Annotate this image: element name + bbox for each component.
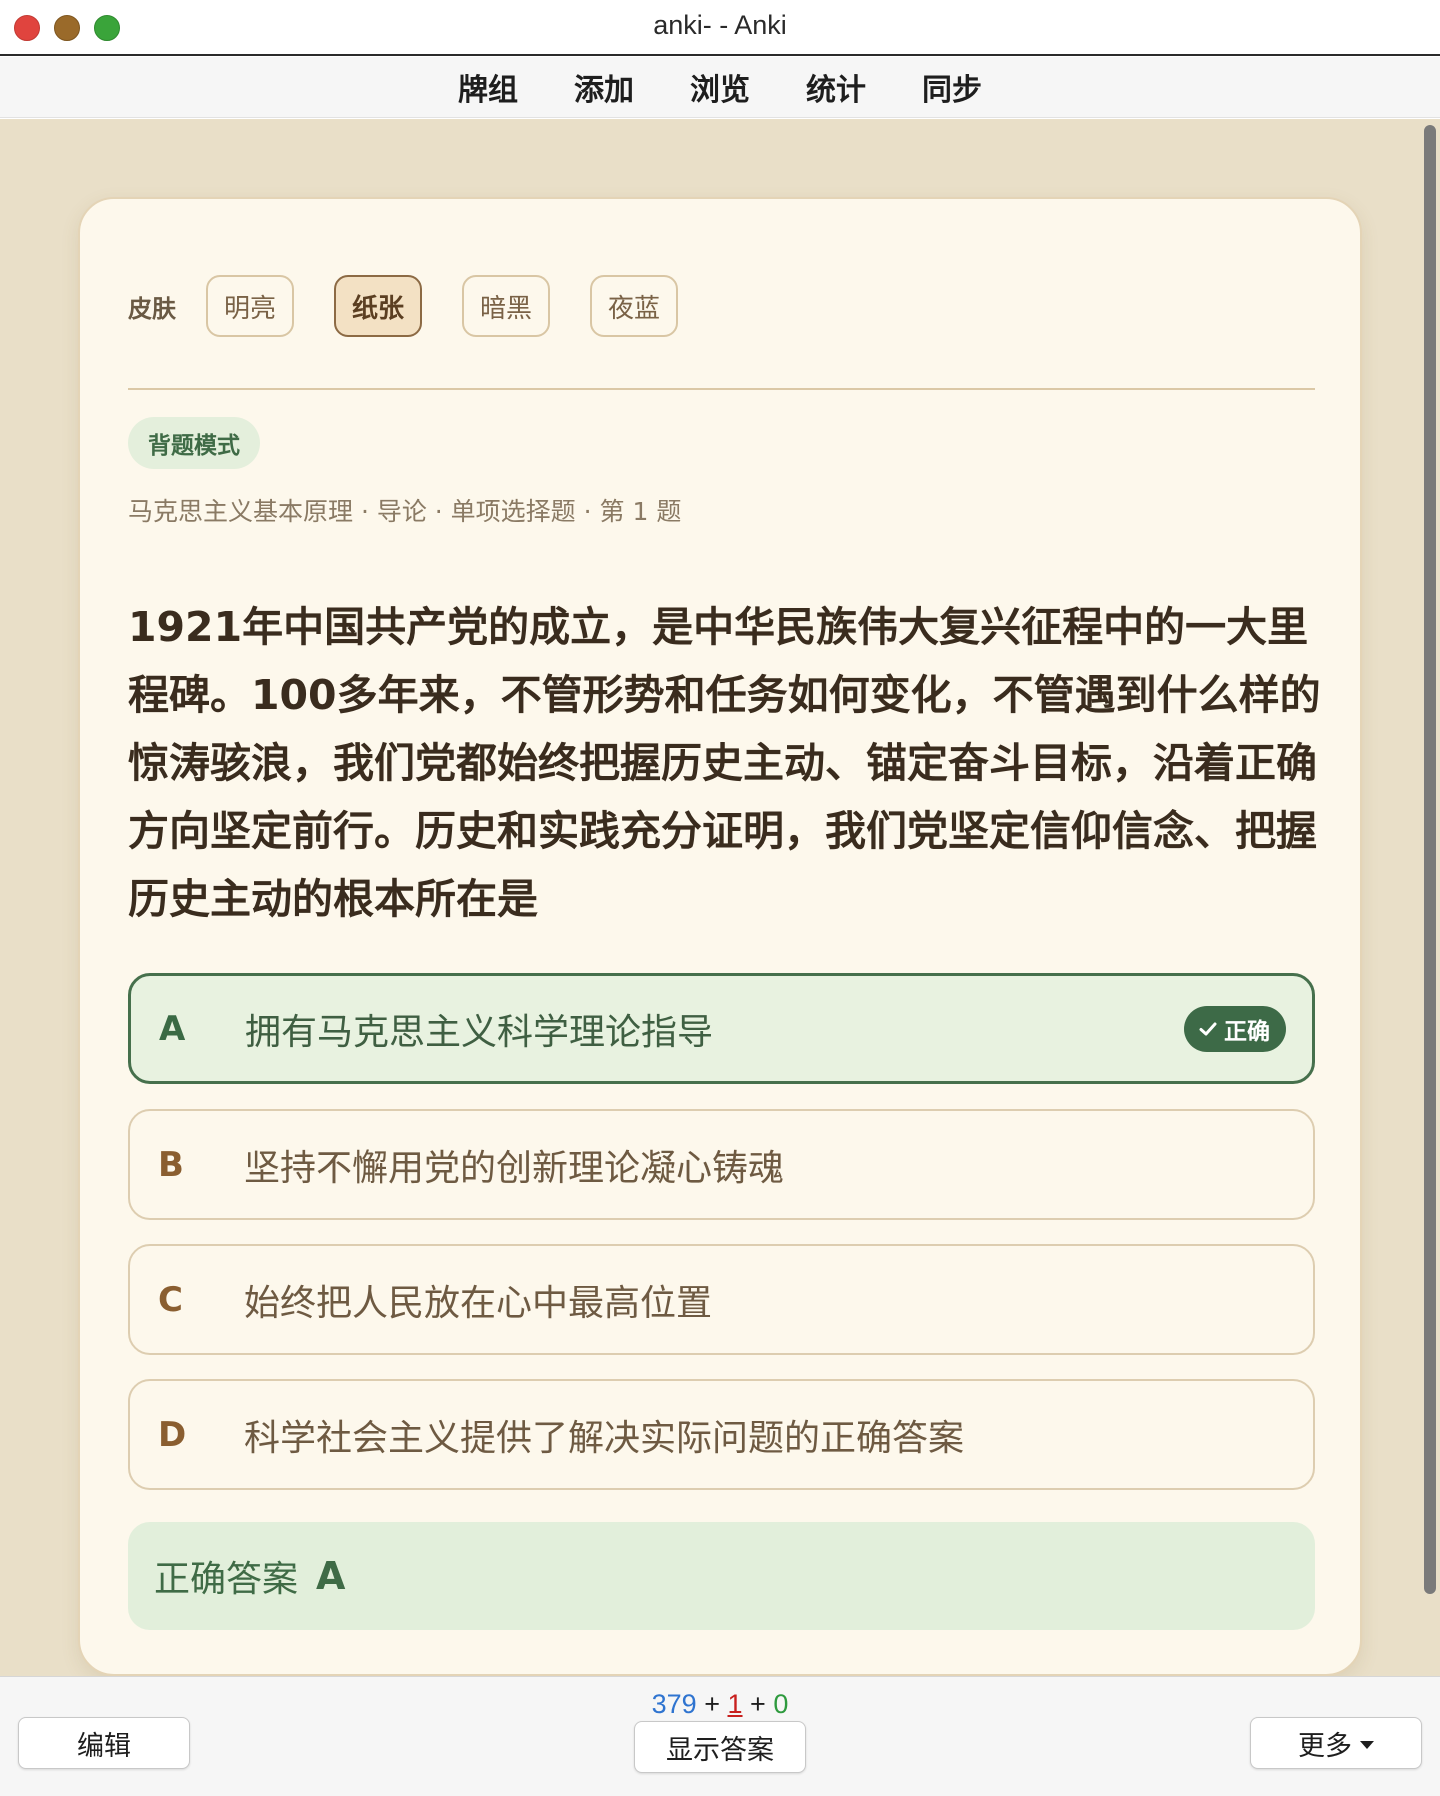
toolbar-decks[interactable]: 牌组 [430, 65, 546, 109]
correct-answer-label: 正确答案 [154, 1559, 299, 1600]
skin-paper-button[interactable]: 纸张 [334, 275, 423, 337]
skin-dark-button[interactable]: 暗黑 [462, 275, 551, 337]
due-counts: 379 + 1 + 0 [0, 1689, 1440, 1720]
toolbar-stats[interactable]: 统计 [778, 65, 894, 109]
option-text: 始终把人民放在心中最高位置 [244, 1282, 713, 1324]
divider [128, 388, 1315, 390]
option-letter: B [158, 1144, 184, 1185]
skin-label: 皮肤 [128, 294, 176, 323]
window-title: anki- - Anki [653, 10, 787, 40]
more-button-label: 更多 [1298, 1730, 1352, 1762]
count-review: 0 [773, 1689, 789, 1719]
option-letter: D [158, 1414, 187, 1455]
show-answer-button[interactable]: 显示答案 [634, 1721, 806, 1773]
breadcrumb: 马克思主义基本原理 · 导论 · 单项选择题 · 第 1 题 [128, 497, 682, 526]
option-c[interactable]: C 始终把人民放在心中最高位置 [128, 1244, 1315, 1355]
main-toolbar: 牌组 添加 浏览 统计 同步 [0, 57, 1440, 118]
skin-light-button[interactable]: 明亮 [206, 275, 295, 337]
toolbar-sync[interactable]: 同步 [894, 65, 1010, 109]
option-letter: C [158, 1279, 183, 1320]
correct-answer-box: 正确答案 A [128, 1522, 1315, 1630]
count-learn: 1 [727, 1689, 743, 1719]
correct-badge: 正确 [1184, 1005, 1286, 1052]
bottom-bar: 379 + 1 + 0 编辑 显示答案 更多 [0, 1676, 1440, 1796]
check-icon [1199, 1022, 1217, 1035]
anki-window: anki- - Anki 牌组 添加 浏览 统计 同步 皮肤 明亮 纸张 暗黑 … [0, 0, 1440, 1796]
edit-button[interactable]: 编辑 [18, 1717, 190, 1769]
title-bar: anki- - Anki [0, 0, 1440, 56]
correct-badge-label: 正确 [1224, 1018, 1270, 1045]
toolbar-browse[interactable]: 浏览 [662, 65, 778, 109]
chevron-down-icon [1360, 1741, 1374, 1749]
question-card: 皮肤 明亮 纸张 暗黑 夜蓝 背题模式 马克思主义基本原理 · 导论 · 单项选… [78, 197, 1362, 1676]
option-text: 坚持不懈用党的创新理论凝心铸魂 [244, 1147, 785, 1189]
count-separator: + [750, 1689, 766, 1719]
more-button[interactable]: 更多 [1250, 1717, 1422, 1769]
scrollbar-thumb[interactable] [1424, 125, 1436, 1594]
option-text: 科学社会主义提供了解决实际问题的正确答案 [244, 1417, 965, 1459]
option-letter: A [159, 1008, 186, 1049]
mode-badge: 背题模式 [128, 417, 260, 469]
question-text: 1921年中国共产党的成立，是中华民族伟大复兴征程中的一大里程碑。100多年来，… [128, 603, 1321, 923]
skin-night-blue-button[interactable]: 夜蓝 [590, 275, 679, 337]
option-a[interactable]: A 拥有马克思主义科学理论指导 正确 [128, 973, 1315, 1084]
scrollbar[interactable] [1420, 119, 1440, 1676]
option-b[interactable]: B 坚持不懈用党的创新理论凝心铸魂 [128, 1109, 1315, 1220]
skin-selector: 皮肤 明亮 纸张 暗黑 夜蓝 [128, 275, 718, 337]
option-d[interactable]: D 科学社会主义提供了解决实际问题的正确答案 [128, 1379, 1315, 1490]
option-text: 拥有马克思主义科学理论指导 [245, 1011, 714, 1053]
review-content: 皮肤 明亮 纸张 暗黑 夜蓝 背题模式 马克思主义基本原理 · 导论 · 单项选… [0, 119, 1440, 1676]
count-new: 379 [651, 1689, 697, 1719]
toolbar-add[interactable]: 添加 [546, 65, 662, 109]
correct-answer-value: A [316, 1554, 346, 1598]
count-separator: + [704, 1689, 720, 1719]
